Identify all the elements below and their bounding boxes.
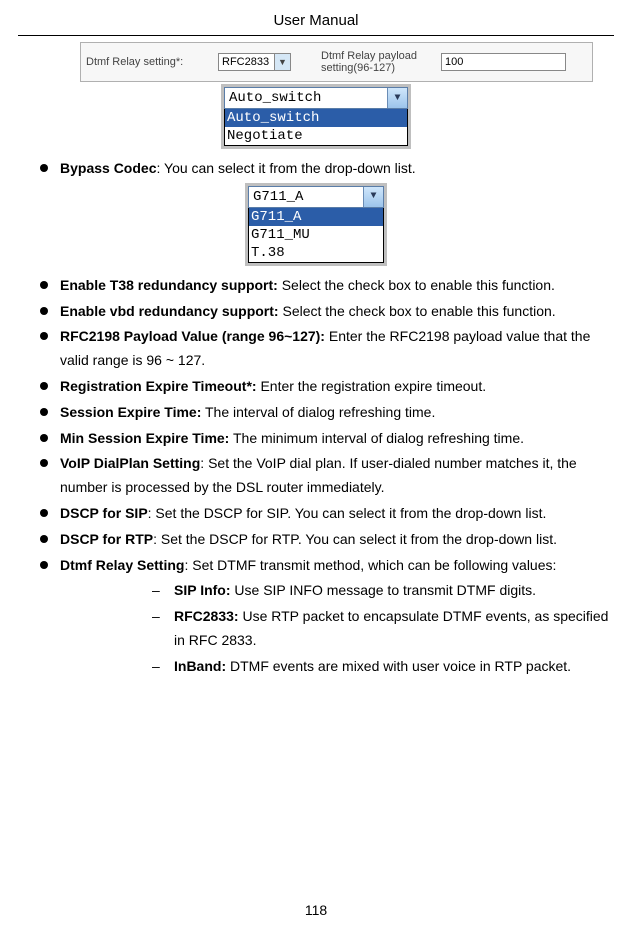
bullet-text: : Set DTMF transmit method, which can be…: [184, 557, 556, 573]
bullet-text: The minimum interval of dialog refreshin…: [229, 430, 524, 446]
bullet-text: Select the check box to enable this func…: [279, 303, 556, 319]
bullet-text: Use RTP packet to encapsulate DTMF event…: [174, 608, 608, 648]
bullet-term: Session Expire Time:: [60, 404, 201, 420]
list-item: Dtmf Relay Setting: Set DTMF transmit me…: [32, 554, 614, 578]
bullet-text: : Set the DSCP for RTP. You can select i…: [153, 531, 557, 547]
bypass-codec-list: G711_A G711_MU T.38: [248, 208, 384, 263]
bypass-codec-field[interactable]: G711_A ▼: [248, 186, 384, 208]
dropdown-option-g711a[interactable]: G711_A: [249, 208, 383, 226]
dtmf-relay-select[interactable]: RFC2833 ▼: [218, 53, 291, 71]
list-item: Enable vbd redundancy support: Select th…: [32, 300, 614, 324]
bullet-term: RFC2833:: [174, 608, 239, 624]
bullet-list-continued: Enable T38 redundancy support: Select th…: [32, 274, 614, 578]
chevron-down-icon[interactable]: ▼: [387, 88, 407, 108]
bullet-term: Dtmf Relay Setting: [60, 557, 184, 573]
dtmf-payload-value: 100: [445, 56, 463, 68]
bypass-codec-dropdown: G711_A ▼ G711_A G711_MU T.38: [245, 183, 387, 266]
dtmf-relay-label: Dtmf Relay setting*:: [86, 56, 218, 68]
bypass-codec-value: G711_A: [253, 189, 303, 205]
list-item: RFC2198 Payload Value (range 96~127): En…: [32, 325, 614, 373]
dtmf-payload-input[interactable]: 100: [441, 53, 566, 71]
dropdown-option-g711mu[interactable]: G711_MU: [249, 226, 383, 244]
bullet-term: Min Session Expire Time:: [60, 430, 229, 446]
bullet-list: Bypass Codec: You can select it from the…: [32, 157, 614, 181]
list-item: Min Session Expire Time: The minimum int…: [32, 427, 614, 451]
bullet-term: Enable vbd redundancy support:: [60, 303, 279, 319]
list-item: DSCP for RTP: Set the DSCP for RTP. You …: [32, 528, 614, 552]
chevron-down-icon[interactable]: ▼: [363, 187, 383, 207]
list-item: Bypass Codec: You can select it from the…: [32, 157, 614, 181]
bullet-term: Enable T38 redundancy support:: [60, 277, 278, 293]
auto-switch-list: Auto_switch Negotiate: [224, 109, 408, 146]
bullet-term: VoIP DialPlan Setting: [60, 455, 200, 471]
bullet-text: DTMF events are mixed with user voice in…: [226, 658, 571, 674]
dropdown-option-t38[interactable]: T.38: [249, 244, 383, 262]
dtmf-config-row: Dtmf Relay setting*: RFC2833 ▼ Dtmf Rela…: [80, 42, 593, 82]
bullet-term: InBand:: [174, 658, 226, 674]
bullet-term: DSCP for RTP: [60, 531, 153, 547]
list-item: SIP Info: Use SIP INFO message to transm…: [146, 579, 614, 603]
auto-switch-value: Auto_switch: [229, 90, 321, 106]
list-item: Session Expire Time: The interval of dia…: [32, 401, 614, 425]
chevron-down-icon[interactable]: ▼: [274, 54, 290, 70]
bullet-text: Enter the registration expire timeout.: [257, 378, 487, 394]
bullet-text: : You can select it from the drop-down l…: [156, 160, 415, 176]
auto-switch-dropdown: Auto_switch ▼ Auto_switch Negotiate: [221, 84, 411, 149]
list-item: Enable T38 redundancy support: Select th…: [32, 274, 614, 298]
list-item: Registration Expire Timeout*: Enter the …: [32, 375, 614, 399]
bullet-term: Registration Expire Timeout*:: [60, 378, 257, 394]
dropdown-option-negotiate[interactable]: Negotiate: [225, 127, 407, 145]
bullet-term: RFC2198 Payload Value (range 96~127):: [60, 328, 325, 344]
dtmf-relay-value: RFC2833: [222, 56, 269, 68]
bullet-text: Select the check box to enable this func…: [278, 277, 555, 293]
dtmf-payload-label: Dtmf Relay payload setting(96-127): [321, 50, 441, 74]
dropdown-option-auto-switch[interactable]: Auto_switch: [225, 109, 407, 127]
bullet-text: Use SIP INFO message to transmit DTMF di…: [231, 582, 536, 598]
bullet-text: : Set the DSCP for SIP. You can select i…: [148, 505, 547, 521]
bullet-term: DSCP for SIP: [60, 505, 148, 521]
sub-bullet-list: SIP Info: Use SIP INFO message to transm…: [146, 579, 614, 678]
bullet-term: Bypass Codec: [60, 160, 156, 176]
bullet-text: The interval of dialog refreshing time.: [201, 404, 435, 420]
list-item: VoIP DialPlan Setting: Set the VoIP dial…: [32, 452, 614, 500]
bullet-term: SIP Info:: [174, 582, 231, 598]
page-title: User Manual: [18, 12, 614, 36]
list-item: RFC2833: Use RTP packet to encapsulate D…: [146, 605, 614, 653]
page-number: 118: [0, 902, 632, 918]
list-item: DSCP for SIP: Set the DSCP for SIP. You …: [32, 502, 614, 526]
content: Dtmf Relay setting*: RFC2833 ▼ Dtmf Rela…: [18, 36, 614, 679]
auto-switch-field[interactable]: Auto_switch ▼: [224, 87, 408, 109]
list-item: InBand: DTMF events are mixed with user …: [146, 655, 614, 679]
